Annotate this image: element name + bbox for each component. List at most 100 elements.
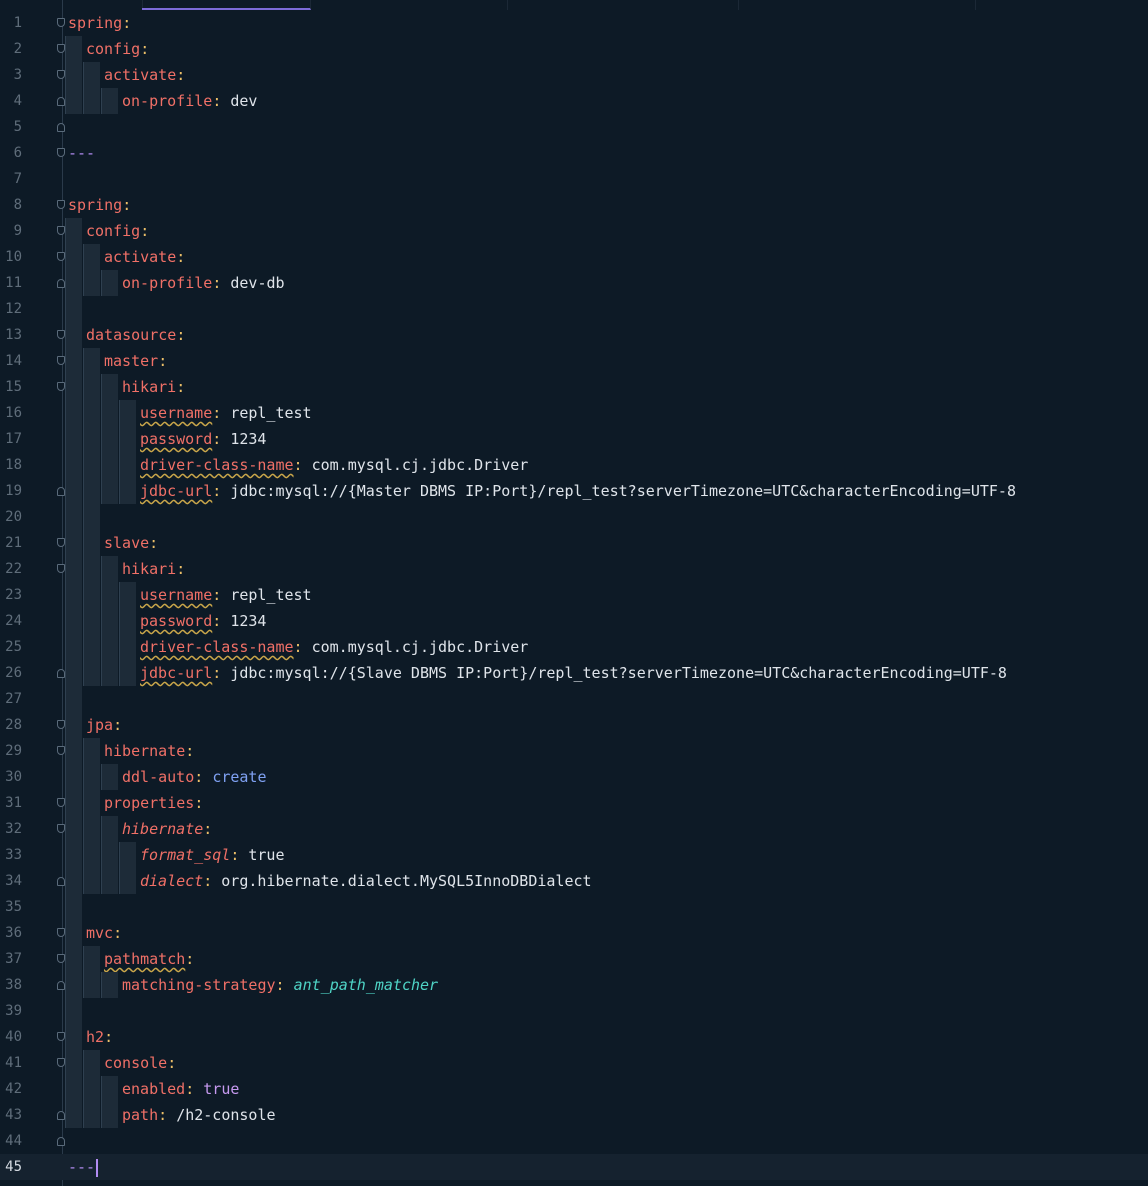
code-line[interactable]: 24 password: 1234 (0, 608, 1148, 634)
fold-toggle-icon[interactable] (57, 252, 65, 261)
code-line[interactable]: 36 mvc: (0, 920, 1148, 946)
fold-toggle-icon[interactable] (57, 538, 65, 547)
code-editor[interactable]: 1 spring: 2 config: 3 activate: 4 on-profile: d… (0, 0, 1148, 1186)
code-text[interactable]: slave: (104, 530, 158, 556)
code-text[interactable]: format_sql: true (140, 842, 285, 868)
code-text[interactable]: jdbc-url: jdbc:mysql://{Master DBMS IP:P… (140, 478, 1016, 504)
code-line[interactable]: 3 activate: (0, 62, 1148, 88)
code-line[interactable]: 29 hibernate: (0, 738, 1148, 764)
fold-end-icon[interactable] (57, 1137, 65, 1146)
code-text[interactable]: activate: (104, 62, 185, 88)
code-line[interactable]: 18 driver-class-name: com.mysql.cj.jdbc.D… (0, 452, 1148, 478)
tab-slot[interactable] (311, 0, 508, 10)
fold-toggle-icon[interactable] (57, 200, 65, 209)
code-text[interactable]: password: 1234 (140, 608, 266, 634)
fold-end-icon[interactable] (57, 97, 65, 106)
code-text[interactable]: datasource: (86, 322, 185, 348)
code-text[interactable]: properties: (104, 790, 203, 816)
code-text[interactable]: jdbc-url: jdbc:mysql://{Slave DBMS IP:Po… (140, 660, 1007, 686)
tab-active[interactable] (142, 0, 311, 10)
tab-slot[interactable] (507, 0, 739, 10)
code-text[interactable]: mvc: (86, 920, 122, 946)
code-text[interactable]: config: (86, 218, 149, 244)
fold-toggle-icon[interactable] (57, 746, 65, 755)
fold-end-icon[interactable] (57, 1111, 65, 1120)
code-text[interactable]: username: repl_test (140, 582, 312, 608)
code-line[interactable]: 38 matching-strategy: ant_path_matcher (0, 972, 1148, 998)
code-line[interactable]: 41 console: (0, 1050, 1148, 1076)
fold-toggle-icon[interactable] (57, 1032, 65, 1041)
code-line[interactable]: 22 hikari: (0, 556, 1148, 582)
code-line[interactable]: 44 (0, 1128, 1148, 1154)
code-line[interactable]: 39 (0, 998, 1148, 1024)
code-line[interactable]: 11 on-profile: dev-db (0, 270, 1148, 296)
code-text[interactable]: master: (104, 348, 167, 374)
code-line[interactable]: 1 spring: (0, 10, 1148, 36)
fold-toggle-icon[interactable] (57, 798, 65, 807)
code-line[interactable]: 8 spring: (0, 192, 1148, 218)
code-line[interactable]: 17 password: 1234 (0, 426, 1148, 452)
code-line[interactable]: 7 (0, 166, 1148, 192)
fold-toggle-icon[interactable] (57, 44, 65, 53)
code-line[interactable]: 14 master: (0, 348, 1148, 374)
code-line[interactable]: 40 h2: (0, 1024, 1148, 1050)
code-line[interactable]: 43 path: /h2-console (0, 1102, 1148, 1128)
fold-toggle-icon[interactable] (57, 382, 65, 391)
code-text[interactable]: ddl-auto: create (122, 764, 267, 790)
code-line[interactable]: 35 (0, 894, 1148, 920)
code-text[interactable]: driver-class-name: com.mysql.cj.jdbc.Dri… (140, 452, 528, 478)
code-line[interactable]: 42 enabled: true (0, 1076, 1148, 1102)
code-text[interactable]: hibernate: (104, 738, 194, 764)
fold-end-icon[interactable] (57, 981, 65, 990)
code-text[interactable]: matching-strategy: ant_path_matcher (122, 972, 438, 998)
code-text[interactable]: on-profile: dev-db (122, 270, 285, 296)
fold-end-icon[interactable] (57, 123, 65, 132)
code-text[interactable]: username: repl_test (140, 400, 312, 426)
fold-end-icon[interactable] (57, 669, 65, 678)
code-line[interactable]: 31 properties: (0, 790, 1148, 816)
fold-toggle-icon[interactable] (57, 720, 65, 729)
fold-toggle-icon[interactable] (57, 148, 65, 157)
code-text[interactable]: password: 1234 (140, 426, 266, 452)
code-line[interactable]: 30 ddl-auto: create (0, 764, 1148, 790)
fold-toggle-icon[interactable] (57, 824, 65, 833)
code-text[interactable]: h2: (86, 1024, 113, 1050)
code-line[interactable]: 4 on-profile: dev (0, 88, 1148, 114)
code-text[interactable]: hibernate: (122, 816, 212, 842)
code-line[interactable]: 23 username: repl_test (0, 582, 1148, 608)
code-text[interactable]: --- (68, 1154, 99, 1180)
code-line[interactable]: 6 --- (0, 140, 1148, 166)
fold-toggle-icon[interactable] (57, 226, 65, 235)
code-text[interactable]: jpa: (86, 712, 122, 738)
code-line[interactable]: 26 jdbc-url: jdbc:mysql://{Slave DBMS IP:… (0, 660, 1148, 686)
tab-slot[interactable] (738, 0, 976, 10)
code-text[interactable]: config: (86, 36, 149, 62)
code-text[interactable]: dialect: org.hibernate.dialect.MySQL5Inn… (140, 868, 592, 894)
code-text[interactable]: spring: (68, 10, 131, 36)
fold-toggle-icon[interactable] (57, 70, 65, 79)
code-line[interactable]: 34 dialect: org.hibernate.dialect.MySQL5I… (0, 868, 1148, 894)
code-line[interactable]: 12 (0, 296, 1148, 322)
fold-toggle-icon[interactable] (57, 564, 65, 573)
code-text[interactable]: enabled: true (122, 1076, 239, 1102)
code-text[interactable]: activate: (104, 244, 185, 270)
fold-toggle-icon[interactable] (57, 954, 65, 963)
fold-toggle-icon[interactable] (57, 18, 65, 27)
code-line[interactable]: 28 jpa: (0, 712, 1148, 738)
fold-end-icon[interactable] (57, 279, 65, 288)
code-line[interactable]: 27 (0, 686, 1148, 712)
code-line[interactable]: 20 (0, 504, 1148, 530)
code-line[interactable]: 10 activate: (0, 244, 1148, 270)
code-line[interactable]: 32 hibernate: (0, 816, 1148, 842)
code-text[interactable]: path: /h2-console (122, 1102, 276, 1128)
fold-end-icon[interactable] (57, 877, 65, 886)
code-line[interactable]: 5 (0, 114, 1148, 140)
fold-toggle-icon[interactable] (57, 330, 65, 339)
code-line[interactable]: 9 config: (0, 218, 1148, 244)
fold-toggle-icon[interactable] (57, 928, 65, 937)
code-line[interactable]: 21 slave: (0, 530, 1148, 556)
code-line[interactable]: 13 datasource: (0, 322, 1148, 348)
code-line[interactable]: 16 username: repl_test (0, 400, 1148, 426)
code-line[interactable]: 15 hikari: (0, 374, 1148, 400)
code-line[interactable]: 37 pathmatch: (0, 946, 1148, 972)
